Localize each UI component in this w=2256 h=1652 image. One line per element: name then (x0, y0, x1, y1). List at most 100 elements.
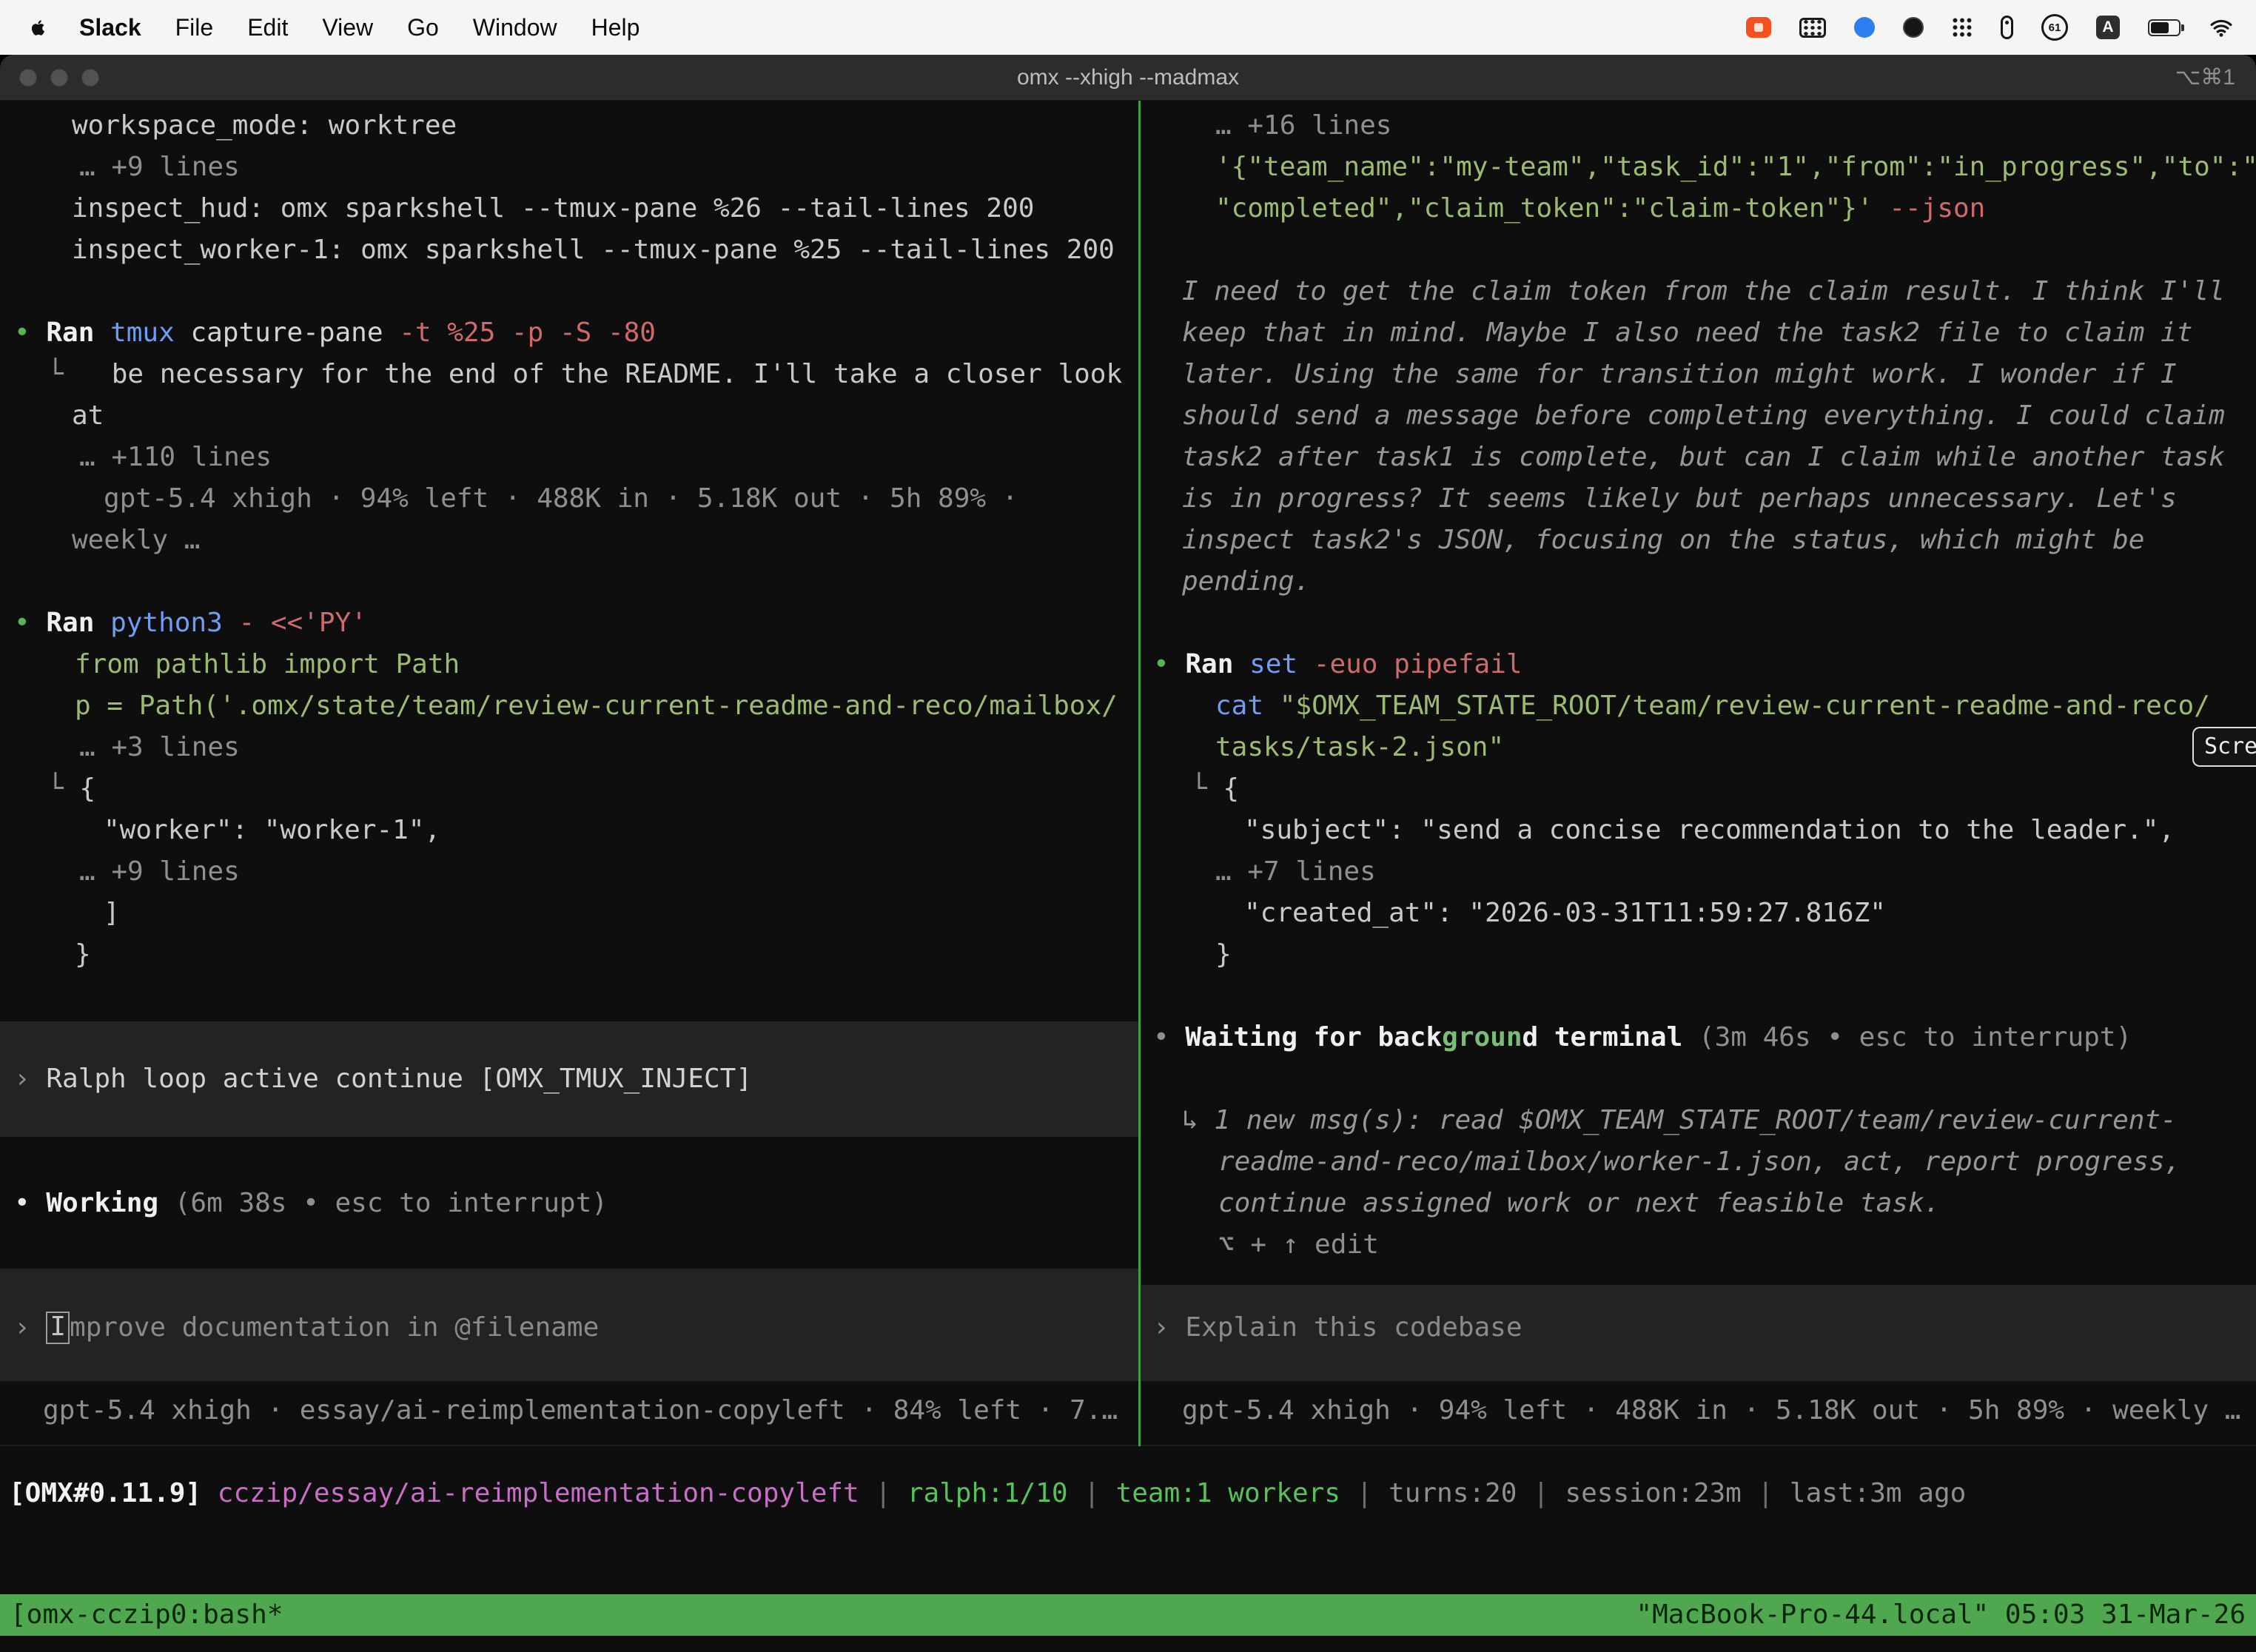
text-segment: { (79, 773, 95, 804)
terminal-line (1141, 1349, 2256, 1390)
terminal-line (0, 1349, 1138, 1390)
text-segment: readme-and-reco/mailbox/worker-1.json, a… (1218, 1146, 2181, 1177)
text-segment: task2 after task1 is complete, but can I… (1182, 442, 2225, 472)
terminal-line: } (1141, 934, 2256, 976)
menu-file[interactable]: File (175, 14, 214, 41)
key-icon[interactable] (2001, 16, 2013, 39)
text-segment: cczip/essay/ai-reimplementation-copyleft (218, 1478, 859, 1508)
text-segment: | (1340, 1478, 1389, 1508)
text-segment: { (1223, 773, 1239, 804)
screen-recording-indicator-icon[interactable] (1746, 17, 1771, 38)
terminal-line: continue assigned work or next feasible … (1141, 1183, 2256, 1224)
terminal-line: workspace_mode: worktree (0, 105, 1138, 147)
window-title: omx --xhigh --madmax (0, 65, 2256, 90)
text-segment: | (859, 1478, 907, 1508)
battery-percent-badge[interactable]: 61 (2041, 14, 2068, 41)
apple-icon (28, 16, 48, 39)
terminal-line (0, 976, 1138, 1017)
terminal-line: … +3 lines (0, 727, 1138, 768)
pane-divider[interactable] (1138, 101, 1141, 1446)
dots-grid-icon[interactable] (1952, 17, 1973, 38)
terminal-line: └ { (0, 768, 1138, 810)
blue-app-icon[interactable] (1854, 17, 1875, 38)
text-segment: › (14, 1312, 46, 1343)
text-segment: tasks/task-2.json" (1215, 732, 1504, 762)
terminal-line: readme-and-reco/mailbox/worker-1.json, a… (1141, 1141, 2256, 1183)
menu-go[interactable]: Go (407, 14, 439, 41)
left-pane: workspace_mode: worktree… +9 linesinspec… (0, 105, 1138, 1652)
text-segment: └ (47, 359, 79, 389)
text-segment: … +7 lines (1215, 856, 1376, 887)
text-segment (1263, 691, 1280, 721)
text-segment: p = Path('.omx/state/team/review-current… (75, 691, 1118, 721)
screenshot-toast[interactable]: Scre (2192, 727, 2256, 767)
terminal-line: ⌥ + ↑ edit (1141, 1224, 2256, 1266)
text-segment: • (14, 608, 46, 638)
input-source-icon[interactable]: A (2096, 16, 2120, 39)
text-segment: continue assigned work or next feasible … (1218, 1188, 1940, 1218)
terminal-line: • Ran python3 - <<'PY' (0, 602, 1138, 644)
text-segment: • (1153, 1022, 1185, 1052)
text-segment: └ (47, 773, 79, 804)
terminal-line: • Working (6m 38s • esc to interrupt) (0, 1183, 1138, 1224)
wifi-icon[interactable] (2209, 18, 2234, 38)
text-segment: Ran (46, 318, 110, 348)
text-segment: … +9 lines (79, 856, 240, 887)
tmux-status-bar: [omx-cczip0:bash* "MacBook-Pro-44.local"… (0, 1594, 2256, 1636)
menu-help[interactable]: Help (591, 14, 640, 41)
terminal-line: I need to get the claim token from the c… (1141, 271, 2256, 312)
text-segment: --json (1889, 193, 1985, 224)
terminal-line: … +16 lines (1141, 105, 2256, 147)
text-segment: Waiting for back (1185, 1022, 1442, 1052)
terminal-line: inspect_hud: omx sparkshell --tmux-pane … (0, 188, 1138, 229)
terminal-line: … +9 lines (0, 147, 1138, 188)
dark-app-icon[interactable] (1903, 17, 1924, 38)
text-segment: } (1215, 939, 1232, 970)
menu-window[interactable]: Window (473, 14, 557, 41)
terminal-line (0, 1100, 1138, 1141)
text-segment: -t %25 -p -S -80 (399, 318, 656, 348)
terminal-line: inspect task2's JSON, focusing on the st… (1141, 520, 2256, 561)
terminal-line: task2 after task1 is complete, but can I… (1141, 437, 2256, 478)
menu-view[interactable]: View (322, 14, 373, 41)
text-segment: "subject": "send a concise recommendatio… (1244, 815, 2175, 845)
text-segment: capture-pane (175, 318, 399, 348)
terminal-line: … +110 lines (0, 437, 1138, 478)
text-segment: from pathlib import Path (75, 649, 460, 679)
terminal-line: [OMX#0.11.9] cczip/essay/ai-reimplementa… (0, 1473, 2256, 1514)
text-segment: keep that in mind. Maybe I also need the… (1182, 318, 2192, 348)
battery-icon[interactable] (2148, 19, 2181, 36)
terminal-line: ↳ 1 new msg(s): read $OMX_TEAM_STATE_ROO… (1141, 1100, 2256, 1141)
terminal: workspace_mode: worktree… +9 linesinspec… (0, 101, 2256, 1652)
text-segment (201, 1478, 218, 1508)
text-segment: -euo pipefail (1314, 649, 1523, 679)
terminal-line: keep that in mind. Maybe I also need the… (1141, 312, 2256, 354)
text-segment: be necessary for the end of the README. … (79, 359, 1122, 389)
terminal-line: gpt-5.4 xhigh · essay/ai-reimplementatio… (0, 1390, 1138, 1431)
menu-edit[interactable]: Edit (247, 14, 288, 41)
text-segment: at (72, 400, 104, 431)
apple-menu[interactable] (28, 16, 48, 39)
text-segment: tmux (110, 318, 175, 348)
terminal-line: '{"team_name":"my-team","task_id":"1","f… (1141, 147, 2256, 188)
keyboard-grid-icon[interactable] (1799, 18, 1826, 38)
terminal-line: ] (0, 893, 1138, 934)
text-segment: | (1068, 1478, 1116, 1508)
terminal-line (0, 1141, 1138, 1183)
terminal-line: … +9 lines (0, 851, 1138, 893)
text-segment: set (1249, 649, 1297, 679)
terminal-line (1141, 1266, 2256, 1307)
terminal-line: "subject": "send a concise recommendatio… (1141, 810, 2256, 851)
text-segment: later. Using the same for transition mig… (1182, 359, 2177, 389)
text-segment: Explain this codebase (1185, 1312, 1522, 1343)
app-menu-slack[interactable]: Slack (79, 14, 141, 41)
text-segment: inspect_hud: omx sparkshell --tmux-pane … (72, 193, 1034, 224)
text-segment: session:23m (1565, 1478, 1741, 1508)
text-segment: • (14, 318, 46, 348)
terminal-line: • Waiting for background terminal (3m 46… (1141, 1017, 2256, 1058)
text-segment: cat (1215, 691, 1263, 721)
text-segment: ↳ 1 new msg(s): read $OMX_TEAM_STATE_ROO… (1182, 1105, 2177, 1135)
text-segment: Ran (1185, 649, 1249, 679)
text-segment: • (1153, 649, 1185, 679)
terminal-line: } (0, 934, 1138, 976)
